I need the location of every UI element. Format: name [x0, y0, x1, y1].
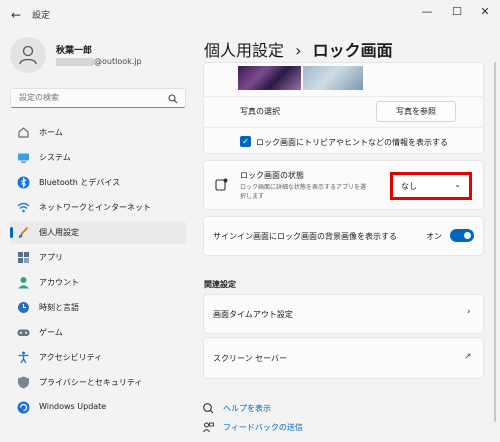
active-indicator: [10, 227, 13, 238]
search-icon: [168, 94, 178, 104]
bluetooth-icon: [17, 176, 30, 189]
help-icon: [203, 403, 214, 414]
sidebar-item-label: ネットワークとインターネット: [39, 203, 151, 212]
related-settings-title: 関連設定: [204, 280, 236, 289]
get-help-link[interactable]: ヘルプを表示: [223, 403, 271, 414]
sidebar-item-accessibility[interactable]: アクセシビリティ: [10, 346, 186, 369]
sidebar-item-bluetooth[interactable]: Bluetooth とデバイス: [10, 171, 186, 194]
sidebar-item-label: アカウント: [39, 278, 79, 287]
maximize-button[interactable]: ☐: [446, 4, 468, 20]
lock-status-icon: [215, 178, 228, 191]
home-icon: [18, 127, 29, 138]
window-title: 設定: [32, 11, 51, 21]
chevron-right-icon: ›: [467, 307, 471, 317]
trivia-checkbox[interactable]: ✓: [240, 136, 251, 147]
sidebar-item-system[interactable]: システム: [10, 146, 186, 169]
title-bar: ← 設定 — ☐ ✕: [0, 0, 500, 30]
sidebar-item-label: 時刻と言語: [39, 303, 79, 312]
accessibility-icon: [18, 351, 29, 364]
lock-status-description-2: 択します: [240, 193, 265, 200]
sidebar-item-home[interactable]: ホーム: [10, 121, 186, 144]
close-button[interactable]: ✕: [474, 4, 496, 20]
time-language-icon: [18, 302, 29, 313]
breadcrumb-parent[interactable]: 個人用設定: [204, 41, 284, 60]
divider: [203, 127, 484, 128]
person-icon: [19, 45, 37, 65]
scrollbar[interactable]: [494, 62, 496, 422]
sidebar-item-label: アクセシビリティ: [39, 353, 103, 362]
signin-background-label: サインイン画面にロック画面の背景画像を表示する: [213, 232, 397, 241]
sidebar-item-label: Bluetooth とデバイス: [39, 178, 121, 187]
sidebar-item-label: プライバシーとセキュリティ: [39, 378, 143, 387]
external-link-icon: ↗: [464, 352, 472, 362]
wallpaper-thumbnail-1[interactable]: [238, 66, 301, 90]
chevron-down-icon: ⌄: [454, 180, 461, 189]
sidebar-item-privacy[interactable]: プライバシーとセキュリティ: [10, 371, 186, 394]
account-icon: [18, 277, 29, 289]
sidebar-item-personalization[interactable]: 個人用設定: [10, 221, 186, 244]
lock-status-dropdown[interactable]: なし ⌄: [390, 172, 472, 200]
back-arrow-icon[interactable]: ←: [8, 7, 24, 23]
lock-status-title: ロック画面の状態: [240, 171, 304, 180]
divider: [203, 96, 484, 97]
sidebar-item-label: アプリ: [39, 253, 63, 262]
email-redacted: [56, 58, 94, 66]
page-title: ロック画面: [312, 41, 393, 60]
sidebar-item-label: 個人用設定: [39, 228, 79, 237]
gamepad-icon: [17, 329, 30, 336]
update-icon: [17, 401, 30, 414]
user-name: 秋葉一郎: [56, 46, 93, 56]
screen-timeout-label: 画面タイムアウト設定: [213, 310, 293, 319]
trivia-checkbox-label: ロック画面にトリビアやヒントなどの情報を表示する: [256, 138, 448, 147]
signin-background-toggle[interactable]: [450, 229, 474, 242]
select-photo-label: 写真の選択: [240, 107, 280, 116]
send-feedback-link[interactable]: フィードバックの送信: [223, 422, 303, 433]
brush-icon: [18, 226, 29, 238]
search-input[interactable]: [19, 93, 169, 102]
search-box[interactable]: [10, 88, 186, 108]
breadcrumb-separator: ›: [295, 41, 302, 60]
avatar[interactable]: [10, 37, 46, 73]
wallpaper-thumbnail-2[interactable]: [303, 66, 363, 90]
feedback-icon: [203, 422, 214, 433]
sidebar-item-network[interactable]: ネットワークとインターネット: [10, 196, 186, 219]
toggle-state-label: オン: [426, 232, 442, 241]
sidebar-item-label: システム: [39, 153, 71, 162]
lock-status-description: ロック画面に詳細な状態を表示するアプリを選: [240, 184, 367, 191]
breadcrumb: 個人用設定 › ロック画面: [204, 37, 393, 61]
sidebar-item-apps[interactable]: アプリ: [10, 246, 186, 269]
sidebar-item-label: ゲーム: [39, 328, 63, 337]
sidebar-item-gaming[interactable]: ゲーム: [10, 321, 186, 344]
shield-icon: [18, 376, 29, 389]
browse-photos-button[interactable]: 写真を参照: [376, 101, 456, 122]
sidebar-item-label: Windows Update: [39, 402, 107, 411]
sidebar-item-windows-update[interactable]: Windows Update: [10, 396, 186, 419]
sidebar-item-time-language[interactable]: 時刻と言語: [10, 296, 186, 319]
sidebar-item-accounts[interactable]: アカウント: [10, 271, 186, 294]
user-email: @outlook.jp: [94, 57, 142, 66]
screen-saver-label: スクリーン セーバー: [213, 354, 288, 363]
dropdown-selected-value: なし: [401, 182, 417, 191]
wifi-icon: [17, 202, 30, 213]
sidebar-item-label: ホーム: [39, 128, 63, 137]
minimize-button[interactable]: —: [416, 4, 438, 20]
system-icon: [18, 153, 29, 163]
apps-icon: [18, 252, 29, 263]
